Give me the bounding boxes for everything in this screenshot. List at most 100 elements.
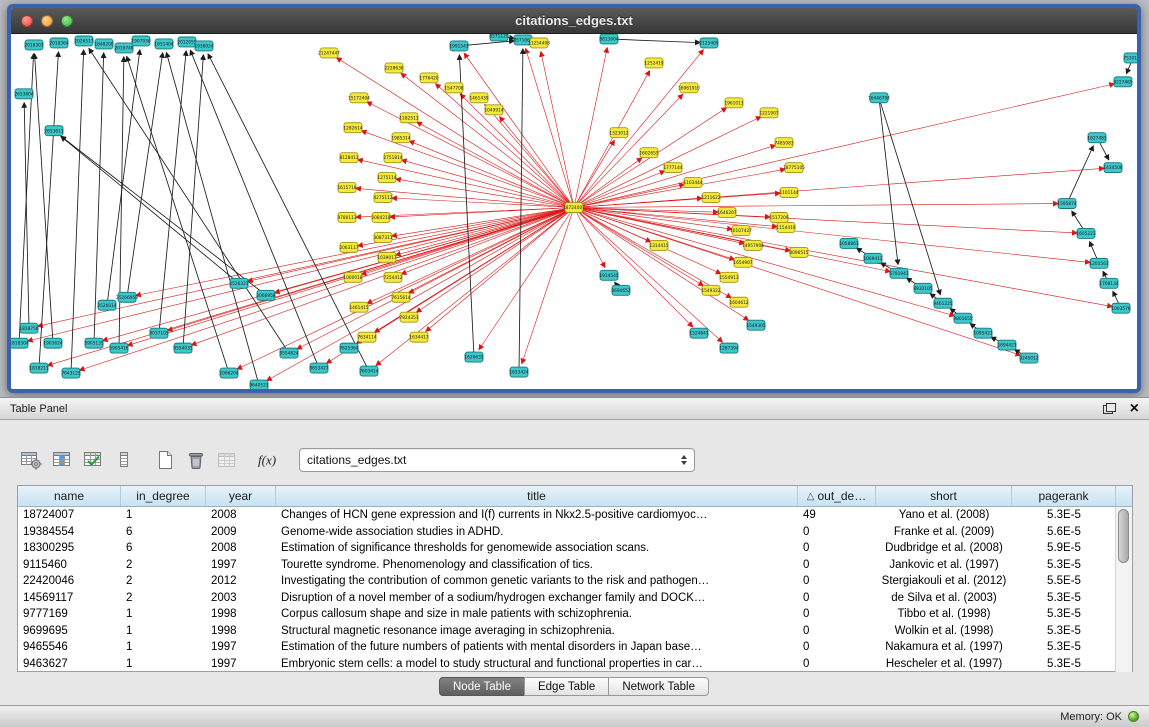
graph-edge-black[interactable]	[71, 50, 84, 373]
table-settings-button[interactable]	[17, 447, 45, 473]
graph-node[interactable]: 1604612	[729, 297, 748, 307]
table-row[interactable]: 1830029562008Estimation of significance …	[18, 540, 1116, 557]
graph-edge-red[interactable]	[574, 158, 642, 208]
graph-node[interactable]: 1554913	[719, 272, 738, 282]
graph-edge-red[interactable]	[38, 208, 574, 327]
column-header-pagerank[interactable]: pagerank	[1012, 486, 1116, 506]
graph-node[interactable]: 1654907	[733, 257, 752, 267]
graph-node[interactable]: 1903624	[43, 338, 62, 348]
graph-node[interactable]: 18724007	[563, 203, 585, 213]
graph-edge-red[interactable]	[337, 58, 574, 208]
graph-node[interactable]: 7625364	[339, 343, 358, 353]
table-row[interactable]: 1456911722003Disruption of a novel membe…	[18, 590, 1116, 607]
table-row[interactable]: 911546021997Tourette syndrome. Phenomeno…	[18, 557, 1116, 574]
graph-node[interactable]: 6791943	[889, 268, 908, 278]
graph-node[interactable]: 1936024	[194, 41, 213, 51]
graph-node[interactable]: 1547708	[444, 83, 463, 93]
graph-node[interactable]: 1252419	[644, 58, 663, 68]
column-header-out-degree[interactable]: △out_de…	[798, 486, 876, 506]
graph-edge-red[interactable]	[574, 117, 761, 208]
single-column-button[interactable]	[110, 447, 138, 473]
column-header-in-degree[interactable]: in_degree	[121, 486, 206, 506]
graph-node[interactable]: 1461439	[469, 93, 488, 103]
graph-node[interactable]: 1287394	[719, 343, 738, 353]
graph-edge-red[interactable]	[267, 208, 574, 381]
graph-node[interactable]: 1154419	[776, 222, 795, 232]
graph-node[interactable]: 1517209	[769, 212, 788, 222]
close-window-button[interactable]	[21, 15, 33, 27]
graph-edge-black[interactable]	[183, 55, 203, 348]
graph-node[interactable]: 1058863	[839, 238, 858, 248]
graph-node[interactable]: 18775105	[783, 163, 805, 173]
graph-node[interactable]: 1282614	[343, 123, 362, 133]
graph-node[interactable]: 2084218	[371, 212, 390, 222]
graph-node[interactable]: 1708134	[1099, 278, 1118, 288]
graph-node[interactable]: 1211622	[701, 193, 720, 203]
tab-network-table[interactable]: Network Table	[608, 677, 709, 696]
graph-node[interactable]: 9227465	[1113, 77, 1132, 87]
close-panel-icon[interactable]: ×	[1130, 402, 1139, 416]
graph-node[interactable]: 1776420	[419, 73, 438, 83]
graph-node[interactable]: 1221907	[759, 108, 778, 118]
graph-node[interactable]: 8096515	[789, 247, 808, 257]
graph-node[interactable]: 1991543	[449, 41, 468, 51]
show-columns-button[interactable]	[48, 447, 76, 473]
graph-node[interactable]: 9037105	[149, 328, 168, 338]
graph-node[interactable]: 1549305	[746, 320, 765, 330]
graph-node[interactable]: 7634114	[357, 332, 376, 342]
graph-node[interactable]: 9801655	[953, 313, 972, 323]
graph-node[interactable]: 2653611	[44, 126, 63, 136]
tab-edge-table[interactable]: Edge Table	[524, 677, 609, 696]
graph-node[interactable]: 1314415	[649, 240, 668, 250]
graph-node[interactable]: 1101144	[779, 188, 798, 198]
graph-node[interactable]: 1615718	[337, 183, 356, 193]
window-titlebar[interactable]: citations_edges.txt	[11, 8, 1137, 34]
graph-node[interactable]: 1818304	[11, 338, 29, 348]
graph-edge-red[interactable]	[574, 71, 650, 208]
graph-node[interactable]: 5905135	[84, 338, 103, 348]
graph-node[interactable]: 1602655	[639, 148, 658, 158]
graph-node[interactable]: 14957904	[742, 240, 764, 250]
graph-node[interactable]: 1461415	[349, 302, 368, 312]
table-row[interactable]: 2242004622012Investigating the contribut…	[18, 573, 1116, 590]
graph-edge-black[interactable]	[609, 39, 700, 43]
column-header-year[interactable]: year	[206, 486, 276, 506]
table-row[interactable]: 946554611997Estimation of the future num…	[18, 639, 1116, 656]
graph-node[interactable]: 2526014	[97, 300, 116, 310]
graph-node[interactable]: 7530142	[1123, 53, 1137, 63]
graph-edge-red[interactable]	[574, 84, 1114, 208]
graph-edge-red[interactable]	[574, 208, 1020, 356]
graph-node[interactable]: 1907936	[131, 36, 150, 46]
graph-edge-red[interactable]	[574, 208, 722, 343]
graph-edge-black[interactable]	[159, 51, 186, 333]
graph-node[interactable]: 21247447	[318, 48, 340, 58]
graph-node[interactable]: 1434506	[1103, 163, 1122, 173]
function-builder-button[interactable]: f(x)	[254, 447, 282, 473]
graph-node[interactable]: 9554624	[279, 348, 298, 358]
graph-node[interactable]: 1851404	[154, 39, 173, 49]
graph-edge-black[interactable]	[39, 52, 58, 368]
graph-node[interactable]: 9554035	[173, 343, 192, 353]
graph-node[interactable]: 1646207	[717, 208, 736, 218]
graph-node[interactable]: 8571120	[489, 34, 508, 41]
graph-node[interactable]: 7485083	[774, 138, 793, 148]
zoom-window-button[interactable]	[61, 15, 73, 27]
graph-node[interactable]: 1039017	[377, 252, 396, 262]
graph-edge-red[interactable]	[574, 168, 1104, 207]
graph-node[interactable]: 1003576	[1111, 303, 1130, 313]
import-table-button[interactable]	[213, 447, 241, 473]
graph-node[interactable]: 2526321	[229, 278, 248, 288]
graph-node[interactable]: 1275114	[377, 173, 396, 183]
graph-node[interactable]: 2751814	[383, 153, 402, 163]
graph-node[interactable]: 1605223	[1076, 228, 1095, 238]
graph-node[interactable]: 9640523	[249, 380, 268, 389]
graph-edge-red[interactable]	[574, 208, 693, 327]
graph-node[interactable]: 1095423	[973, 328, 992, 338]
graph-edge-red[interactable]	[376, 208, 574, 366]
table-row[interactable]: 977716911998Corpus callosum shape and si…	[18, 606, 1116, 623]
graph-node[interactable]: 16446794	[868, 93, 890, 103]
graph-node[interactable]: 9461225	[933, 298, 952, 308]
graph-node[interactable]: 1620635	[464, 352, 483, 362]
graph-edge-red[interactable]	[574, 184, 684, 207]
table-panel-header[interactable]: Table Panel ×	[0, 398, 1149, 420]
